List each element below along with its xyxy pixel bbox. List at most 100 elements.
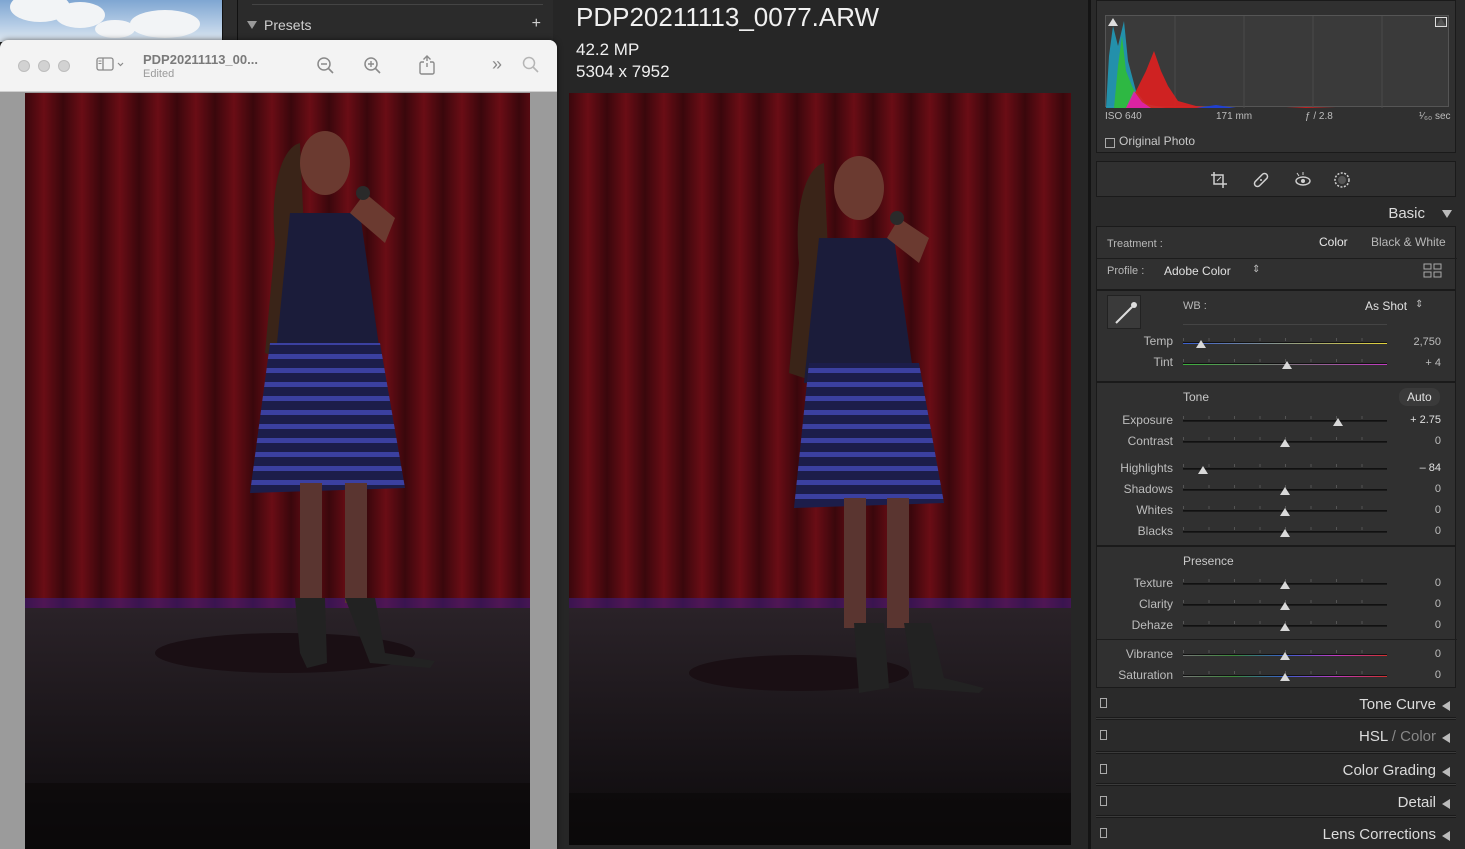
detail-section[interactable]: Detail [1096, 792, 1456, 814]
exposure-value[interactable]: + 2.75 [1391, 414, 1441, 426]
profile-dropdown[interactable]: Adobe Color [1164, 264, 1231, 278]
treatment-color-option[interactable]: Color [1319, 235, 1348, 249]
hsl-label[interactable]: HSL [1359, 728, 1388, 745]
dehaze-value[interactable]: 0 [1391, 619, 1441, 631]
section-toggle[interactable] [1100, 764, 1107, 774]
slider-thumb[interactable] [1280, 529, 1290, 537]
slider-thumb[interactable] [1280, 652, 1290, 660]
highlight-clipping-icon[interactable] [1435, 17, 1447, 27]
texture-slider[interactable] [1183, 578, 1387, 592]
treatment-bw-option[interactable]: Black & White [1371, 235, 1446, 249]
chevron-double-right-icon[interactable]: » [492, 54, 502, 75]
zoom-in-icon[interactable] [363, 56, 383, 81]
crop-icon[interactable] [1210, 171, 1228, 193]
original-photo-checkbox[interactable] [1105, 138, 1115, 148]
expand-triangle-icon[interactable] [1442, 701, 1450, 711]
blacks-slider[interactable] [1183, 526, 1387, 540]
whites-value[interactable]: 0 [1391, 504, 1441, 516]
vibrance-value[interactable]: 0 [1391, 648, 1441, 660]
zoom-out-icon[interactable] [316, 56, 336, 81]
color-grading-section[interactable]: Color Grading [1096, 760, 1456, 782]
slider-thumb[interactable] [1280, 673, 1290, 681]
basic-section-title[interactable]: Basic [1091, 205, 1457, 222]
lens-corrections-section[interactable]: Lens Corrections [1096, 824, 1456, 846]
section-toggle[interactable] [1100, 730, 1107, 740]
document-status: Edited [143, 68, 175, 80]
saturation-value[interactable]: 0 [1391, 669, 1441, 681]
slider-ticks [1183, 338, 1387, 341]
shadows-slider[interactable] [1183, 484, 1387, 498]
section-toggle[interactable] [1100, 796, 1107, 806]
shadow-clipping-icon[interactable] [1108, 18, 1118, 26]
presence-label: Presence [1183, 554, 1234, 568]
texture-label: Texture [1133, 576, 1173, 590]
slider-thumb[interactable] [1280, 439, 1290, 447]
whites-label: Whites [1136, 503, 1173, 517]
temp-slider[interactable] [1183, 337, 1387, 351]
red-eye-icon[interactable] [1294, 171, 1312, 193]
presets-panel-header[interactable]: Presets + [237, 0, 553, 42]
histogram-panel: ISO 640 171 mm ƒ / 2.8 ¹⁄₆₀ sec Original… [1096, 0, 1456, 153]
auto-tone-button[interactable]: Auto [1399, 388, 1440, 406]
zoom-window-button[interactable] [58, 60, 70, 72]
share-icon[interactable] [418, 54, 436, 81]
exposure-slider[interactable] [1183, 415, 1387, 429]
vibrance-slider[interactable] [1183, 649, 1387, 663]
heal-icon[interactable] [1252, 171, 1270, 193]
section-divider [1096, 815, 1456, 818]
grid-icon[interactable] [1423, 263, 1443, 284]
main-photo [569, 93, 1071, 845]
texture-value[interactable]: 0 [1391, 577, 1441, 589]
temp-value[interactable]: 2,750 [1391, 336, 1441, 348]
highlights-slider[interactable] [1183, 463, 1387, 477]
whites-slider[interactable] [1183, 505, 1387, 519]
slider-thumb[interactable] [1280, 623, 1290, 631]
expand-triangle-icon[interactable] [1442, 767, 1450, 777]
tint-value[interactable]: + 4 [1391, 357, 1441, 369]
search-icon[interactable] [522, 56, 540, 79]
slider-thumb[interactable] [1280, 602, 1290, 610]
close-window-button[interactable] [18, 60, 30, 72]
expand-triangle-icon[interactable] [1442, 733, 1450, 743]
dehaze-slider[interactable] [1183, 620, 1387, 634]
contrast-value[interactable]: 0 [1391, 435, 1441, 447]
slider-thumb[interactable] [1282, 361, 1293, 369]
mask-icon[interactable] [1333, 171, 1351, 193]
exposure-label: Exposure [1122, 413, 1173, 427]
slider-thumb[interactable] [1280, 508, 1290, 516]
expand-triangle-icon[interactable] [1442, 799, 1450, 809]
slider-thumb[interactable] [1280, 581, 1290, 589]
section-toggle[interactable] [1100, 698, 1107, 708]
slider-thumb[interactable] [1280, 487, 1290, 495]
sidebar-icon[interactable] [96, 56, 124, 77]
expand-triangle-icon[interactable] [1442, 831, 1450, 841]
tint-slider[interactable] [1183, 358, 1387, 372]
highlights-value[interactable]: – 84 [1391, 462, 1441, 474]
shadows-value[interactable]: 0 [1391, 483, 1441, 495]
slider-thumb[interactable] [1198, 466, 1209, 474]
slider-track[interactable] [1183, 468, 1387, 470]
tone-label: Tone [1183, 390, 1210, 404]
contrast-slider[interactable] [1183, 436, 1387, 450]
blacks-value[interactable]: 0 [1391, 525, 1441, 537]
section-toggle[interactable] [1100, 828, 1107, 838]
tone-box: Tone Auto Exposure + 2.75 Contrast 0 Hig… [1096, 382, 1456, 546]
slider-thumb[interactable] [1196, 340, 1207, 348]
hsl-section[interactable]: HSL / Color [1096, 726, 1456, 748]
eyedropper-icon[interactable] [1107, 295, 1141, 329]
add-preset-icon[interactable]: + [532, 15, 541, 33]
tone-curve-section[interactable]: Tone Curve [1096, 694, 1456, 716]
hsl-color-label[interactable]: Color [1400, 728, 1436, 745]
slider-track[interactable] [1183, 420, 1387, 422]
photo-dimensions: 5304 x 7952 [576, 62, 670, 81]
slider-track[interactable] [1183, 342, 1387, 344]
slider-thumb[interactable] [1333, 418, 1344, 426]
collapse-triangle-icon[interactable] [1442, 210, 1452, 218]
minimize-window-button[interactable] [38, 60, 50, 72]
clarity-slider[interactable] [1183, 599, 1387, 613]
wb-dropdown[interactable]: As Shot [1365, 299, 1407, 313]
clarity-value[interactable]: 0 [1391, 598, 1441, 610]
shutter-value: ¹⁄₆₀ sec [1419, 111, 1451, 122]
collapse-triangle-icon[interactable] [247, 21, 257, 29]
saturation-slider[interactable] [1183, 670, 1387, 684]
